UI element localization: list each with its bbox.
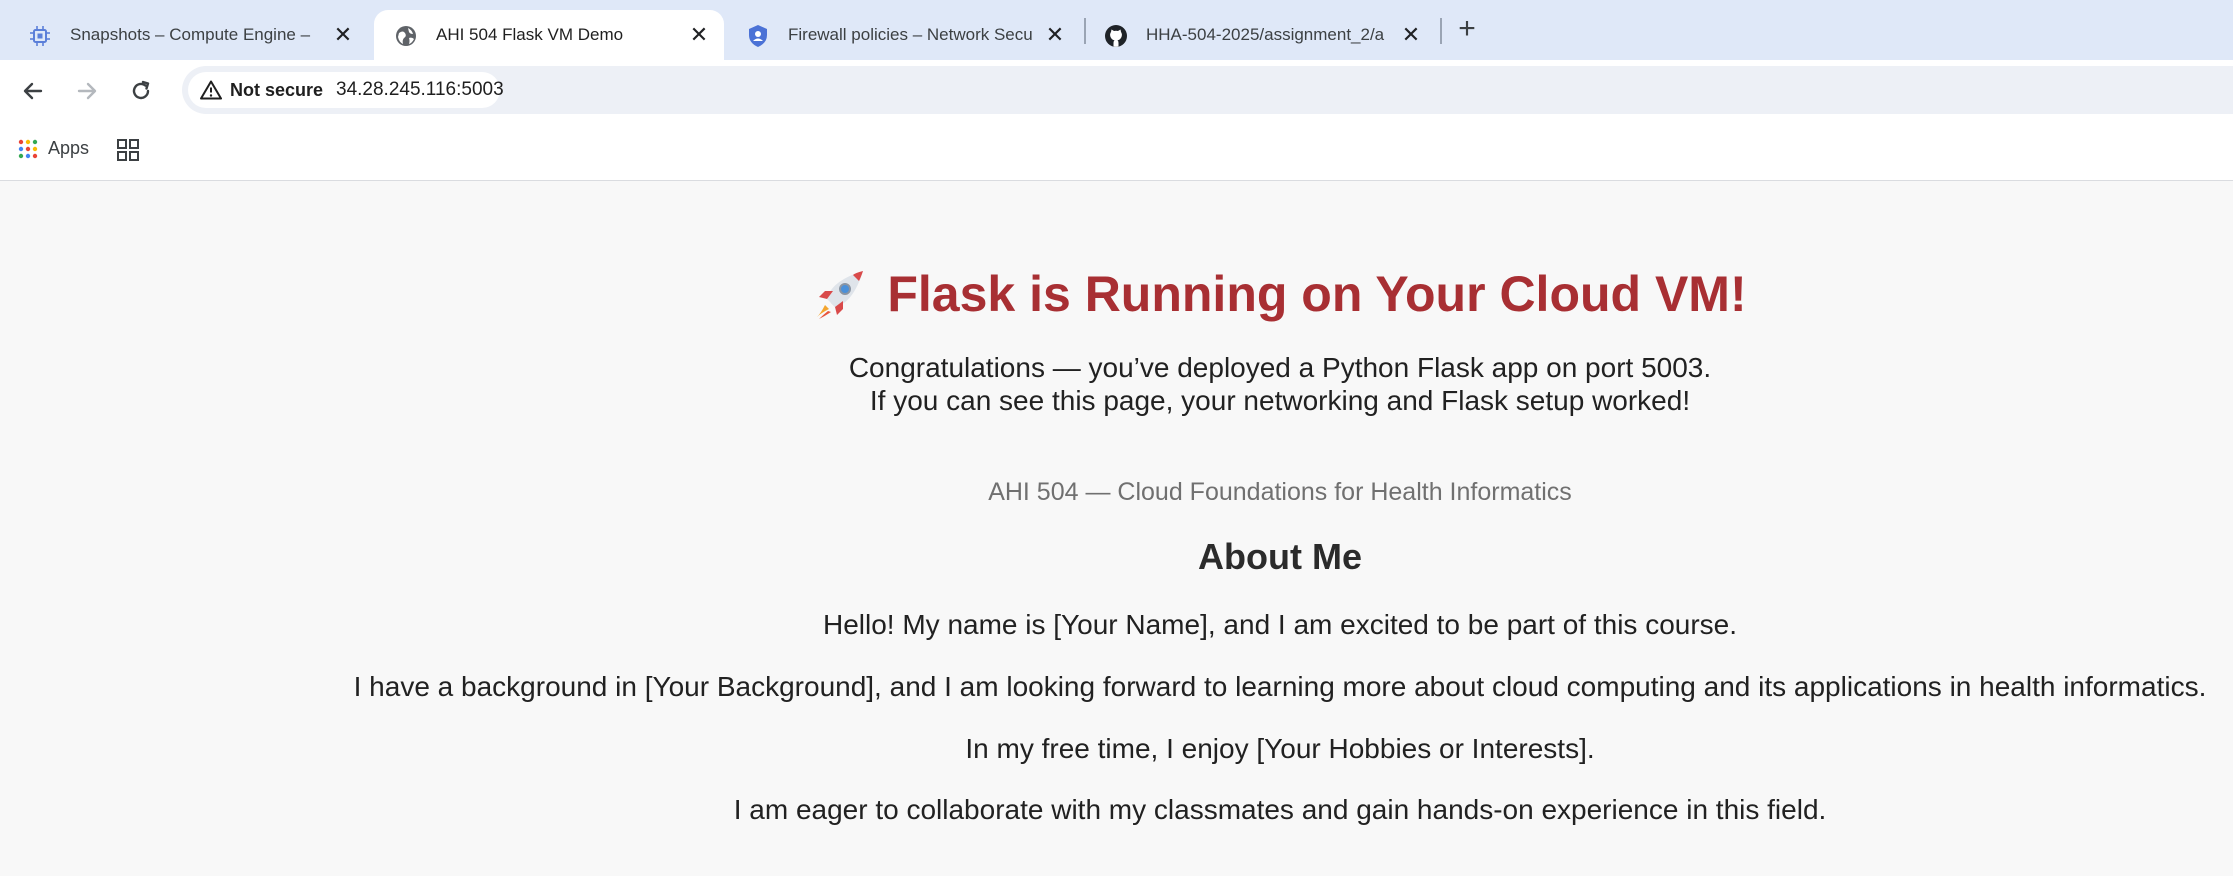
success-line: If you can see this page, your networkin… xyxy=(869,385,1691,416)
tab-title: HHA-504-2025/assignment_2/a xyxy=(1146,25,1385,44)
security-label: Not secure xyxy=(230,79,324,100)
tab-title: Firewall policies – Network Secu xyxy=(788,25,1033,44)
new-tab-button[interactable]: + xyxy=(1452,12,1482,45)
apps-label: Apps xyxy=(48,138,90,158)
tab-title: Snapshots – Compute Engine – xyxy=(70,25,311,44)
compute-engine-icon xyxy=(28,24,52,48)
tab-groups-icon[interactable] xyxy=(116,138,140,162)
about-paragraph-hobbies: In my free time, I enjoy [Your Hobbies o… xyxy=(965,733,1595,764)
tab-flask-demo[interactable]: AHI 504 Flask VM Demo ✕ xyxy=(374,10,724,60)
page-headline: Flask is Running on Your Cloud VM! xyxy=(0,264,2233,325)
github-icon xyxy=(1104,24,1128,48)
tab-separator xyxy=(1440,18,1442,44)
about-heading: About Me xyxy=(1198,536,1362,577)
bookmarks-bar: Apps xyxy=(0,120,2233,181)
close-icon[interactable]: ✕ xyxy=(330,22,356,48)
tab-strip: Snapshots – Compute Engine – ✕ AHI 504 F… xyxy=(0,0,2233,60)
tab-title: AHI 504 Flask VM Demo xyxy=(436,25,624,44)
page-content: Flask is Running on Your Cloud VM! Congr… xyxy=(0,181,2233,876)
tab-snapshots[interactable]: Snapshots – Compute Engine – ✕ xyxy=(8,10,370,60)
reload-icon[interactable] xyxy=(124,74,158,108)
apps-shortcut[interactable]: Apps xyxy=(18,138,89,159)
headline-text: Flask is Running on Your Cloud VM! xyxy=(887,266,1747,322)
warning-icon xyxy=(200,79,222,101)
back-arrow-icon[interactable] xyxy=(16,74,50,108)
course-title: AHI 504 — Cloud Foundations for Health I… xyxy=(988,478,1572,506)
close-icon[interactable]: ✕ xyxy=(1398,22,1424,48)
url-text[interactable]: 34.28.245.116:5003 xyxy=(336,78,504,102)
address-bar[interactable]: Not secure 34.28.245.116:5003 xyxy=(182,66,2233,114)
close-icon[interactable]: ✕ xyxy=(1042,22,1068,48)
tab-firewall-policies[interactable]: Firewall policies – Network Secu ✕ xyxy=(726,10,1078,60)
forward-arrow-icon[interactable] xyxy=(70,74,104,108)
about-paragraph-collaborate: I am eager to collaborate with my classm… xyxy=(733,794,1827,825)
close-icon[interactable]: ✕ xyxy=(686,22,712,48)
shield-icon xyxy=(746,24,770,48)
about-paragraph-name: Hello! My name is [Your Name], and I am … xyxy=(822,609,1738,640)
tab-github-assignment[interactable]: HHA-504-2025/assignment_2/a ✕ xyxy=(1084,10,1436,60)
about-paragraph-background: I have a background in [Your Background]… xyxy=(353,671,2207,702)
globe-icon xyxy=(394,24,418,48)
browser-toolbar: Not secure 34.28.245.116:5003 xyxy=(0,60,2233,120)
congrats-line: Congratulations — you’ve deployed a Pyth… xyxy=(848,352,1712,383)
apps-grid-icon xyxy=(18,139,38,158)
rocket-icon xyxy=(817,270,864,319)
